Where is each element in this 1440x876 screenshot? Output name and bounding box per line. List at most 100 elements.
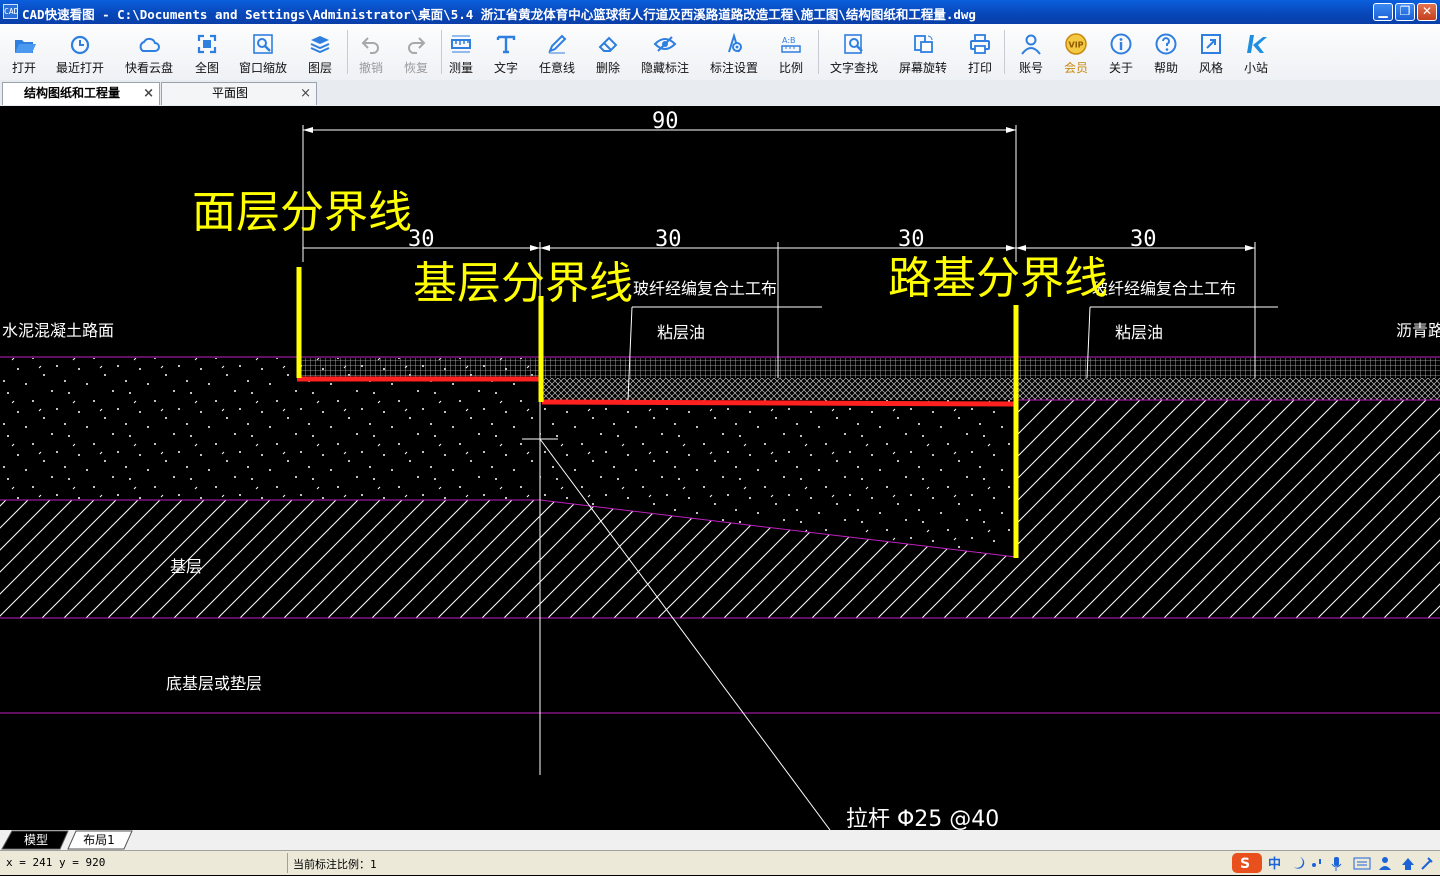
toolbar-button-vip[interactable]: VIP 会员 [1062, 28, 1090, 76]
toolbar-button-help[interactable]: 帮助 [1152, 28, 1180, 76]
toolbar-button-undo: 撤销 [357, 28, 385, 76]
vip-icon: VIP [1062, 32, 1090, 56]
cursor-coordinates: x = 241 y = 920 [6, 856, 106, 869]
toolbar-label: 文字查找 [829, 61, 878, 75]
label-tie-bar: 拉杆 Φ25 @40 [846, 807, 999, 830]
clock-icon [66, 32, 94, 56]
pen-icon [543, 32, 571, 56]
annotation-base-boundary: 基层分界线 [413, 258, 633, 309]
toolbar-label: 比例 [778, 61, 803, 75]
user-icon [1017, 32, 1045, 56]
label-concrete-pavement: 水泥混凝土路面 [2, 321, 114, 340]
style-icon [1197, 32, 1225, 56]
dim-seg-2: 30 [655, 227, 682, 252]
restore-icon: ❐ [1399, 4, 1411, 18]
layout-tab-model[interactable]: 模型 [14, 831, 58, 849]
cloud-icon [135, 32, 163, 56]
tab-label: 结构图纸和工程量 [23, 86, 120, 100]
hide-eye-icon [651, 32, 679, 56]
tab-close-icon[interactable]: × [300, 83, 311, 104]
toolbar-button-printer[interactable]: 打印 [966, 28, 994, 76]
toolbar-separator [347, 30, 348, 74]
toolbar-button-cloud[interactable]: 快看云盘 [125, 28, 173, 76]
svg-text:VIP: VIP [1069, 41, 1084, 50]
close-icon: ✕ [1421, 4, 1433, 18]
toolbar-button-annotation-settings[interactable]: 标注设置 [710, 28, 758, 76]
measure-icon [447, 32, 475, 56]
toolbar-label: 最近打开 [55, 61, 104, 75]
toolbar-button-k-logo[interactable]: 小站 [1242, 28, 1270, 76]
tab-label: 平面图 [211, 86, 248, 100]
close-button[interactable]: ✕ [1417, 3, 1437, 21]
info-icon [1107, 32, 1135, 56]
annotation-settings-icon [720, 32, 748, 56]
toolbar-button-user[interactable]: 账号 [1017, 28, 1045, 76]
surface-course-fill [298, 358, 1440, 378]
toolbar-button-clock[interactable]: 最近打开 [56, 28, 104, 76]
annotation-scale: 当前标注比例：1 [293, 858, 377, 871]
ime-icons: S 中 [1232, 853, 1433, 873]
label-fabric-2: 玻纤经编复合土工布 [1092, 279, 1236, 298]
document-tab-bar: 结构图纸和工程量 × 平面图 × [0, 80, 1440, 107]
minimize-button[interactable]: ▁ [1373, 3, 1393, 21]
toolbar-separator [1004, 30, 1005, 74]
toolbar-separator [818, 30, 819, 74]
toolbar-button-zoom-window[interactable]: 窗口缩放 [239, 28, 287, 76]
svg-text:S: S [1240, 856, 1250, 872]
label-subbase: 底基层或垫层 [166, 674, 262, 693]
toolbar-button-eraser[interactable]: 删除 [594, 28, 622, 76]
toolbar-button-rotate-screen[interactable]: 屏幕旋转 [899, 28, 947, 76]
undo-icon [357, 32, 385, 56]
toolbar-button-style[interactable]: 风格 [1197, 28, 1225, 76]
toolbar-button-fit-all[interactable]: 全图 [193, 28, 221, 76]
zoom-window-icon [249, 32, 277, 56]
toolbar-button-hide-eye[interactable]: 隐藏标注 [641, 28, 689, 76]
label-tack-coat-1: 粘层油 [657, 323, 705, 342]
tab-structure-drawings[interactable]: 结构图纸和工程量 × [2, 82, 160, 105]
toolbar-button-pen[interactable]: 任意线 [539, 28, 575, 76]
scale-icon: A:B [777, 32, 805, 56]
window-title: CAD快速看图 - C:\Documents and Settings\Admi… [22, 7, 976, 22]
toolbar-button-layers[interactable]: 图层 [306, 28, 334, 76]
toolbar-button-folder-open[interactable]: 打开 [10, 28, 38, 76]
minimize-icon: ▁ [1378, 4, 1388, 18]
tab-close-icon[interactable]: × [143, 83, 154, 104]
eraser-icon [594, 32, 622, 56]
label-base: 基层 [170, 557, 202, 576]
help-icon [1152, 32, 1180, 56]
toolbar-separator [441, 30, 442, 74]
toolbar-button-info[interactable]: 关于 [1107, 28, 1135, 76]
layers-icon [306, 32, 334, 56]
ime-mode[interactable]: 中 [1268, 856, 1281, 872]
label-fabric-1: 玻纤经编复合土工布 [633, 279, 777, 298]
redo-icon [402, 32, 430, 56]
toolbar-button-measure[interactable]: 测量 [447, 28, 475, 76]
maximize-button[interactable]: ❐ [1395, 3, 1415, 21]
title-bar: CAD CAD快速看图 - C:\Documents and Settings\… [0, 0, 1440, 24]
toolbar-button-scale[interactable]: A:B 比例 [777, 28, 805, 76]
text-icon [492, 32, 520, 56]
annotation-subgrade-boundary: 路基分界线 [888, 253, 1108, 304]
dim-seg-3: 30 [898, 227, 925, 252]
layout-tab-bar: 模型 布局1 [0, 830, 1440, 850]
dim-total: 90 [652, 109, 679, 134]
status-bar: x = 241 y = 920 当前标注比例：1 S 中 [0, 850, 1440, 875]
app-icon: CAD [3, 4, 18, 19]
tab-plan-view[interactable]: 平面图 × [161, 82, 317, 105]
fit-all-icon [193, 32, 221, 56]
dimension-arrows [303, 127, 1255, 251]
toolbar: 打开 最近打开 快看云盘 全图 窗口缩放 图层 撤销 恢复 测量 文字 任意线 删除 隐藏标注 标注设置 A… [0, 24, 1440, 81]
toolbar-button-text[interactable]: 文字 [492, 28, 520, 76]
label-tack-coat-2: 粘层油 [1115, 323, 1163, 342]
svg-text:A:B: A:B [782, 36, 796, 45]
layout-tab-layout1[interactable]: 布局1 [76, 831, 122, 849]
toolbar-button-text-search[interactable]: 文字查找 [830, 28, 878, 76]
annotation-surface-boundary: 面层分界线 [192, 187, 412, 238]
ime-toolbar: S 中 [1230, 853, 1440, 873]
binder-course-fill [540, 378, 1440, 400]
cad-drawing[interactable]: 90 30 30 30 30 玻纤经编复合土工布 玻纤经编复合土工布 粘层油 粘… [0, 106, 1440, 832]
k-logo-icon [1242, 32, 1270, 56]
dim-seg-4: 30 [1130, 227, 1157, 252]
drawing-canvas[interactable]: 90 30 30 30 30 玻纤经编复合土工布 玻纤经编复合土工布 粘层油 粘… [0, 106, 1440, 832]
rotate-screen-icon [909, 32, 937, 56]
